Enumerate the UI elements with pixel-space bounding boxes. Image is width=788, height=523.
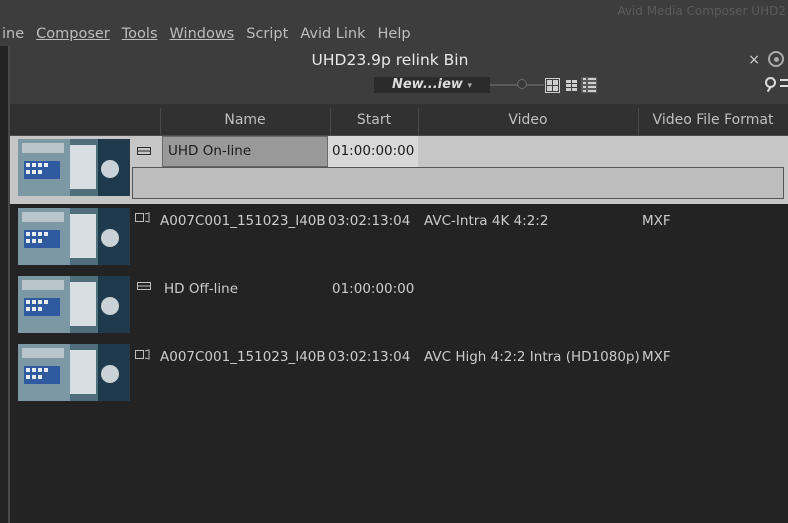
cell-video: AVC High 4:2:2 Intra (HD1080p) — [424, 349, 640, 365]
fast-menu-icon[interactable] — [768, 51, 784, 67]
menu-bar: ine Composer Tools Windows Script Avid L… — [0, 22, 788, 46]
menu-item-composer[interactable]: Composer — [36, 26, 110, 42]
cell-video-file-format: MXF — [642, 213, 671, 229]
app-title: Avid Media Composer UHD2 — [617, 4, 786, 18]
script-view-icon — [565, 79, 577, 91]
menu-item-avid-link[interactable]: Avid Link — [300, 26, 365, 42]
menu-item-tools[interactable]: Tools — [122, 26, 158, 42]
cell-name[interactable]: A007C001_151023_I40B — [160, 213, 326, 229]
thumbnail — [18, 139, 130, 196]
column-header-row: Name Start Video Video File Format — [10, 104, 788, 136]
menu-item-script[interactable]: Script — [246, 26, 288, 42]
bin-title: UHD23.9p relink Bin — [311, 51, 469, 69]
text-view-button[interactable] — [581, 77, 597, 93]
column-header-name[interactable]: Name — [160, 104, 330, 135]
cell-start: 03:02:13:04 — [328, 349, 411, 365]
table-row[interactable]: UHD On-line 01:00:00:00 — [10, 136, 788, 204]
column-header-start[interactable]: Start — [330, 104, 418, 135]
sequence-icon — [137, 147, 151, 155]
search-icon[interactable] — [765, 77, 776, 88]
slider-handle[interactable] — [517, 79, 527, 89]
cell-start: 01:00:00:00 — [332, 143, 415, 159]
sequence-icon — [137, 282, 151, 290]
cell-name[interactable]: A007C001_151023_I40B — [160, 349, 326, 365]
text-view-icon — [582, 78, 596, 92]
thumbnail — [18, 276, 130, 333]
bin-content: UHD On-line 01:00:00:00 A007C001_151023_… — [10, 136, 788, 523]
close-button[interactable]: × — [748, 52, 760, 68]
bin-header: UHD23.9p relink Bin × New...iew ▾ — [10, 46, 788, 112]
bin-view-select[interactable]: New...iew ▾ — [374, 77, 490, 93]
script-view-button[interactable] — [563, 77, 579, 93]
cell-name[interactable]: UHD On-line — [168, 143, 251, 159]
cell-name[interactable]: HD Off-line — [164, 281, 238, 297]
title-bar: Avid Media Composer UHD2 — [0, 0, 788, 22]
cell-video: AVC-Intra 4K 4:2:2 — [424, 213, 549, 229]
thumbnail — [18, 344, 130, 401]
cell-start: 01:00:00:00 — [332, 281, 415, 297]
cell-video-file-format: MXF — [642, 349, 671, 365]
clip-icon — [135, 212, 150, 223]
chevron-down-icon: ▾ — [467, 81, 473, 91]
thumbnail — [18, 208, 130, 265]
cell-start: 03:02:13:04 — [328, 213, 411, 229]
bin-menu-icon[interactable] — [780, 79, 788, 87]
frame-view-icon — [544, 77, 560, 93]
frame-view-button[interactable] — [544, 77, 560, 93]
column-header-video-file-format[interactable]: Video File Format — [638, 104, 788, 135]
clip-icon — [135, 349, 150, 360]
menu-item-help[interactable]: Help — [378, 26, 411, 42]
menu-item-line[interactable]: ine — [2, 26, 24, 42]
column-header-video[interactable]: Video — [418, 104, 638, 135]
bin-view-label: New...iew — [391, 77, 463, 92]
selected-row-frame — [132, 167, 784, 199]
menu-item-windows[interactable]: Windows — [170, 26, 235, 42]
